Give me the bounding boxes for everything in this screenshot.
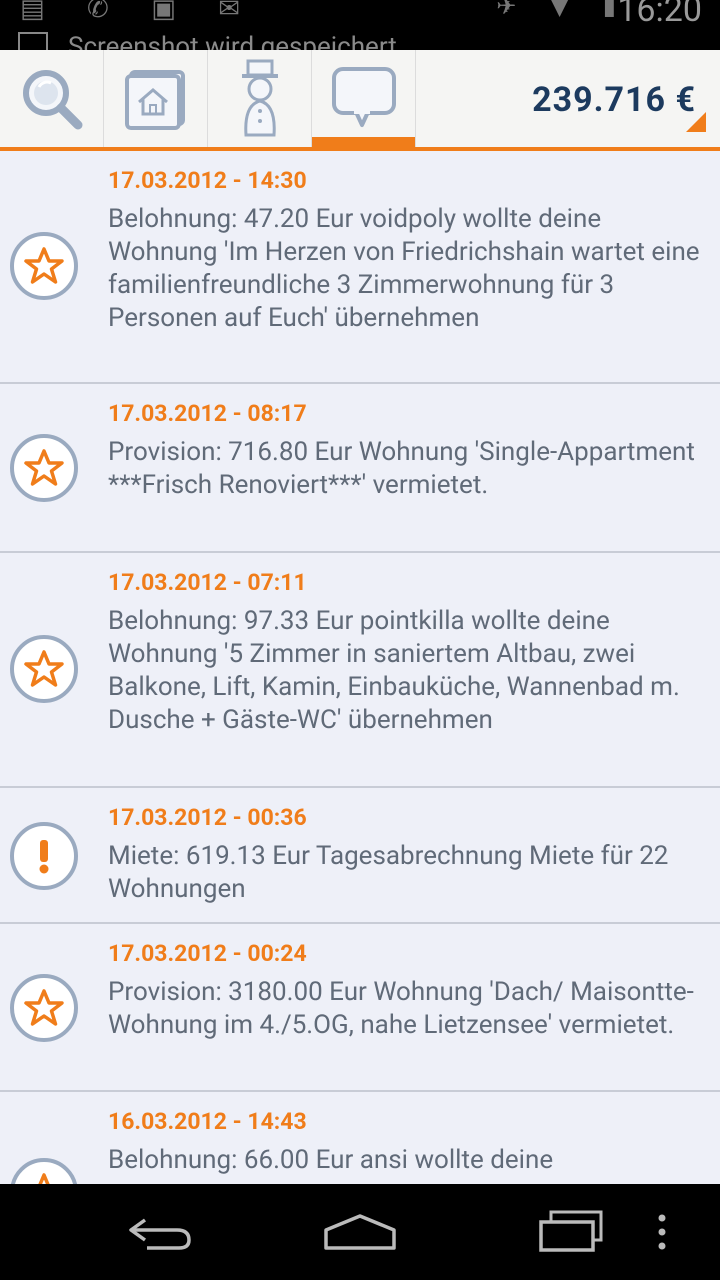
list-item[interactable]: 17.03.2012 - 00:36 Miete: 619.13 Eur Tag…	[0, 788, 720, 924]
star-icon	[10, 232, 78, 300]
list-item[interactable]: 16.03.2012 - 14:43 Belohnung: 66.00 Eur …	[0, 1092, 720, 1184]
tab-apartments[interactable]	[104, 50, 208, 147]
list-item[interactable]: 17.03.2012 - 07:11 Belohnung: 97.33 Eur …	[0, 553, 720, 788]
recent-apps-icon	[539, 1210, 603, 1252]
status-right-icons: ✈ ▼ ▮	[496, 0, 630, 20]
star-icon	[10, 974, 78, 1042]
message-text: Provision: 716.80 Eur Wohnung 'Single-Ap…	[108, 437, 695, 500]
message-text: Belohnung: 47.20 Eur voidpoly wollte dei…	[108, 204, 700, 333]
home-button[interactable]	[310, 1202, 410, 1262]
notification-text: Screenshot wird gespeichert	[68, 32, 397, 50]
tab-search[interactable]	[0, 50, 104, 147]
exclamation-icon	[10, 822, 78, 890]
account-balance: 239.716 €	[532, 80, 696, 120]
status-left-icons: ▤ ✆ ▣ ✉	[20, 0, 259, 24]
tab-messages[interactable]	[312, 50, 416, 147]
landlord-figure-icon	[241, 59, 278, 136]
message-date: 17.03.2012 - 00:24	[108, 940, 307, 967]
message-date: 17.03.2012 - 00:36	[108, 804, 307, 831]
star-icon	[10, 635, 78, 703]
message-text: Belohnung: 97.33 Eur pointkilla wollte d…	[108, 606, 680, 735]
overflow-menu-button[interactable]	[632, 1202, 692, 1262]
tab-profile[interactable]	[208, 50, 312, 147]
message-text: Provision: 3180.00 Eur Wohnung 'Dach/ Ma…	[108, 977, 694, 1040]
message-date: 16.03.2012 - 14:43	[108, 1108, 307, 1135]
message-date: 17.03.2012 - 08:17	[108, 400, 307, 427]
message-date: 17.03.2012 - 14:30	[108, 167, 307, 194]
home-icon	[324, 1214, 396, 1250]
list-item[interactable]: 17.03.2012 - 14:30 Belohnung: 47.20 Eur …	[0, 151, 720, 384]
list-item[interactable]: 17.03.2012 - 00:24 Provision: 3180.00 Eu…	[0, 924, 720, 1092]
notification-icon	[18, 32, 48, 50]
home-folder-icon	[124, 69, 185, 130]
message-list[interactable]: 17.03.2012 - 14:30 Belohnung: 47.20 Eur …	[0, 151, 720, 1184]
system-nav-bar	[0, 1184, 720, 1280]
search-icon	[22, 69, 82, 129]
star-icon	[10, 434, 78, 502]
message-text: Belohnung: 66.00 Eur ansi wollte deine	[108, 1145, 554, 1175]
balance-corner-marker	[686, 112, 706, 132]
status-bar: ▤ ✆ ▣ ✉ ✈ ▼ ▮ 16:20 Screenshot wird gesp…	[0, 0, 720, 50]
message-text: Miete: 619.13 Eur Tagesabrechnung Miete …	[108, 841, 669, 904]
back-icon	[129, 1218, 191, 1250]
list-item[interactable]: 17.03.2012 - 08:17 Provision: 716.80 Eur…	[0, 384, 720, 553]
status-time: 16:20	[617, 0, 702, 30]
message-date: 17.03.2012 - 07:11	[108, 569, 307, 596]
overflow-menu-icon	[658, 1214, 666, 1250]
back-button[interactable]	[110, 1202, 210, 1262]
speech-bubble-icon	[331, 66, 396, 127]
star-icon	[10, 1158, 78, 1184]
recent-apps-button[interactable]	[520, 1202, 620, 1262]
